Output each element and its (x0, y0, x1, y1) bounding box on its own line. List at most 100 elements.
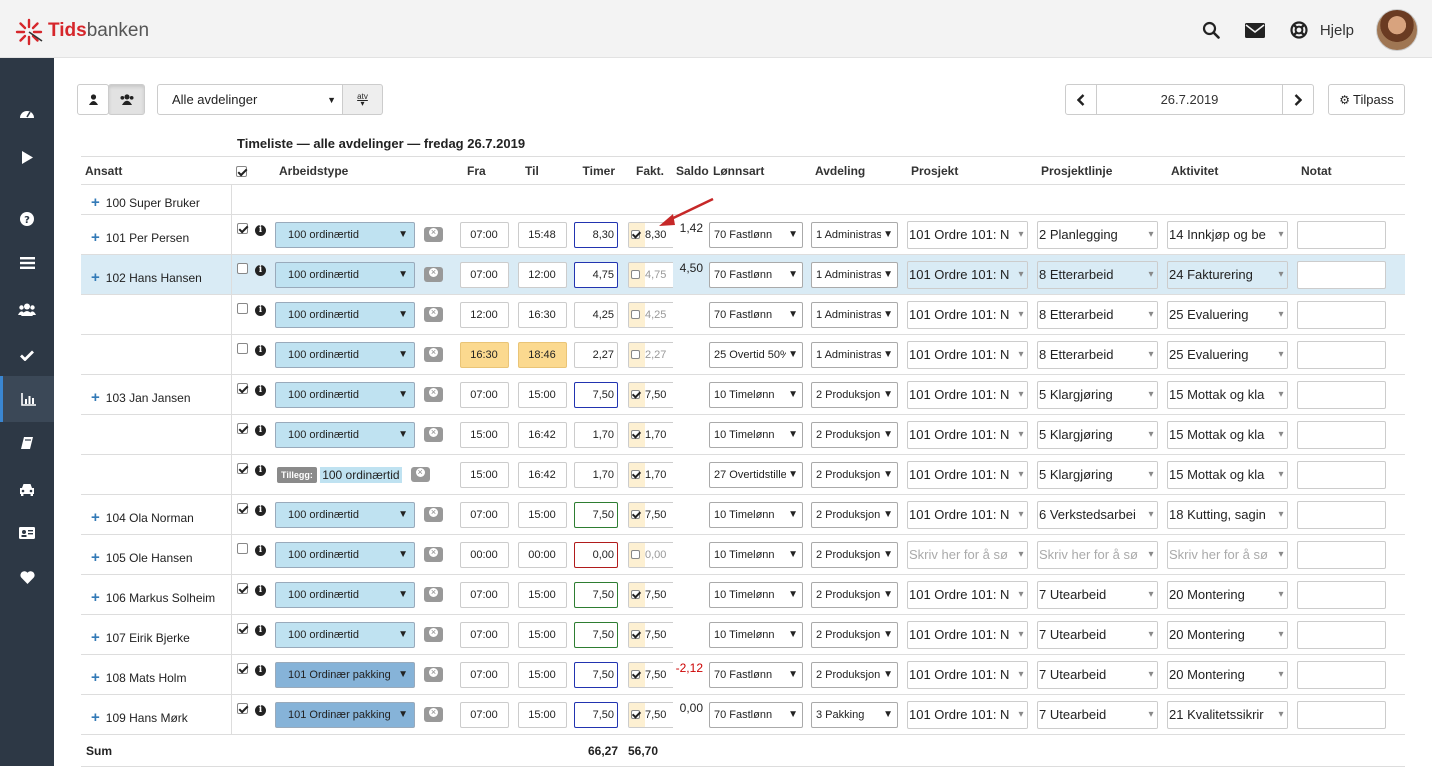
remove-icon[interactable] (424, 547, 443, 562)
prosjekt-combobox[interactable]: 101 Ordre 101: N (907, 700, 1028, 729)
prosjektlinje-combobox[interactable]: 7 Utearbeid (1037, 700, 1158, 729)
prosjekt-combobox[interactable]: 101 Ordre 101: N (907, 580, 1028, 609)
note-input[interactable] (1297, 500, 1386, 529)
col-aktivitet[interactable]: Aktivitet (1167, 156, 1297, 185)
prosjektlinje-combobox[interactable]: 5 Klargjøring (1037, 420, 1158, 449)
to-input[interactable]: 18:46 (517, 341, 567, 368)
hours-input[interactable]: 7,50 (574, 701, 618, 728)
fakt-checkbox[interactable] (631, 549, 640, 559)
col-prosjekt[interactable]: Prosjekt (907, 156, 1037, 185)
prosjekt-combobox[interactable]: 101 Ordre 101: N (907, 620, 1028, 649)
date-field[interactable]: 26.7.2019 (1096, 84, 1283, 115)
col-fakt[interactable]: Fakt. (623, 156, 673, 185)
employee-cell[interactable]: +104 Ola Norman (81, 494, 232, 535)
from-input[interactable]: 15:00 (459, 421, 509, 448)
info-icon[interactable]: i (255, 425, 266, 436)
lonnsart-select[interactable]: 70 Fastlønn (709, 221, 803, 248)
note-input[interactable] (1297, 620, 1386, 649)
from-input[interactable]: 00:00 (459, 541, 509, 568)
prosjekt-combobox[interactable]: 101 Ordre 101: N (907, 300, 1028, 329)
sidebar-item-approve[interactable] (0, 332, 54, 378)
row-checkbox[interactable] (236, 663, 248, 675)
to-input[interactable]: 16:42 (517, 461, 567, 488)
all-users-button[interactable] (108, 84, 145, 115)
avatar[interactable] (1376, 9, 1418, 51)
remove-icon[interactable] (424, 427, 443, 442)
avdeling-select[interactable]: 2 Produksjon (811, 461, 898, 488)
employee-cell[interactable]: +101 Per Persen (81, 214, 232, 255)
aktivitet-combobox[interactable]: 25 Evaluering (1167, 300, 1288, 329)
worktype-select[interactable]: 100 ordinærtid (275, 381, 415, 408)
sidebar-item-list[interactable] (0, 240, 54, 286)
note-input[interactable] (1297, 260, 1386, 289)
worktype-select[interactable]: 100 ordinærtid (275, 541, 415, 568)
remove-icon[interactable] (424, 507, 443, 522)
remove-icon[interactable] (424, 707, 443, 722)
prosjekt-combobox[interactable]: 101 Ordre 101: N (907, 220, 1028, 249)
fakt-checkbox[interactable] (631, 629, 640, 639)
aktivitet-combobox[interactable]: 15 Mottak og kla (1167, 420, 1288, 449)
from-input[interactable]: 07:00 (459, 661, 509, 688)
hours-input[interactable]: 1,70 (574, 461, 618, 488)
info-icon[interactable]: i (255, 305, 266, 316)
avdeling-select[interactable]: 2 Produksjon (811, 421, 898, 448)
to-input[interactable]: 15:00 (517, 501, 567, 528)
expand-icon[interactable]: + (91, 629, 100, 646)
from-input[interactable]: 07:00 (459, 221, 509, 248)
row-checkbox[interactable] (236, 703, 248, 715)
hours-input[interactable]: 1,70 (574, 421, 618, 448)
row-checkbox[interactable] (236, 223, 248, 235)
col-arbeidstype[interactable]: Arbeidstype (275, 156, 455, 185)
lonnsart-select[interactable]: 70 Fastlønn (709, 261, 803, 288)
fakt-checkbox[interactable] (631, 709, 640, 719)
worktype-select[interactable]: 100 ordinærtid (275, 621, 415, 648)
expand-icon[interactable]: + (91, 509, 100, 526)
expand-icon[interactable]: + (91, 389, 100, 406)
sidebar-item-play[interactable] (0, 134, 54, 180)
worktype-select[interactable]: 100 ordinærtid (275, 301, 415, 328)
lifebuoy-icon[interactable] (1284, 10, 1314, 50)
from-input[interactable]: 07:00 (459, 701, 509, 728)
row-checkbox[interactable] (236, 623, 248, 635)
prosjektlinje-combobox[interactable]: 8 Etterarbeid (1037, 340, 1158, 369)
customize-button[interactable]: ⚙ Tilpass (1328, 84, 1405, 115)
to-input[interactable]: 16:30 (517, 301, 567, 328)
hours-input[interactable]: 2,27 (574, 341, 618, 368)
row-checkbox[interactable] (236, 343, 248, 355)
info-icon[interactable]: i (255, 545, 266, 556)
lonnsart-select[interactable]: 10 Timelønn (709, 501, 803, 528)
lonnsart-select[interactable]: 70 Fastlønn (709, 701, 803, 728)
prosjektlinje-combobox[interactable]: 7 Utearbeid (1037, 660, 1158, 689)
from-input[interactable]: 07:00 (459, 621, 509, 648)
from-input[interactable]: 07:00 (459, 261, 509, 288)
fakt-input[interactable]: 1,70 (628, 421, 673, 448)
note-input[interactable] (1297, 540, 1386, 569)
sidebar-item-dashboard[interactable] (0, 90, 54, 136)
prosjekt-combobox[interactable]: 101 Ordre 101: N (907, 660, 1028, 689)
avdeling-select[interactable]: 2 Produksjon (811, 541, 898, 568)
prosjektlinje-combobox[interactable]: 7 Utearbeid (1037, 620, 1158, 649)
prosjekt-combobox[interactable]: Skriv her for å sø (907, 540, 1028, 569)
expand-icon[interactable]: + (91, 669, 100, 686)
row-checkbox[interactable] (236, 303, 248, 315)
hours-input[interactable]: 4,75 (574, 261, 618, 288)
aktivitet-combobox[interactable]: 25 Evaluering (1167, 340, 1288, 369)
prosjektlinje-combobox[interactable]: 7 Utearbeid (1037, 580, 1158, 609)
aktivitet-combobox[interactable]: 18 Kutting, sagin (1167, 500, 1288, 529)
lonnsart-select[interactable]: 10 Timelønn (709, 581, 803, 608)
remove-icon[interactable] (424, 227, 443, 242)
note-input[interactable] (1297, 580, 1386, 609)
worktype-select[interactable]: 100 ordinærtid (275, 221, 415, 248)
fakt-checkbox[interactable] (631, 469, 640, 479)
avdeling-select[interactable]: 1 Administras (811, 221, 898, 248)
col-fra[interactable]: Fra (455, 156, 513, 185)
prosjektlinje-combobox[interactable]: 8 Etterarbeid (1037, 300, 1158, 329)
prosjektlinje-combobox[interactable]: 5 Klargjøring (1037, 380, 1158, 409)
remove-icon[interactable] (424, 387, 443, 402)
worktype-text[interactable]: 100 ordinærtid (320, 466, 402, 483)
worktype-select[interactable]: 100 ordinærtid (275, 261, 415, 288)
prosjektlinje-combobox[interactable]: 6 Verkstedsarbei (1037, 500, 1158, 529)
sidebar-item-car[interactable] (0, 466, 54, 512)
fakt-checkbox[interactable] (631, 309, 640, 319)
info-icon[interactable]: i (255, 465, 266, 476)
